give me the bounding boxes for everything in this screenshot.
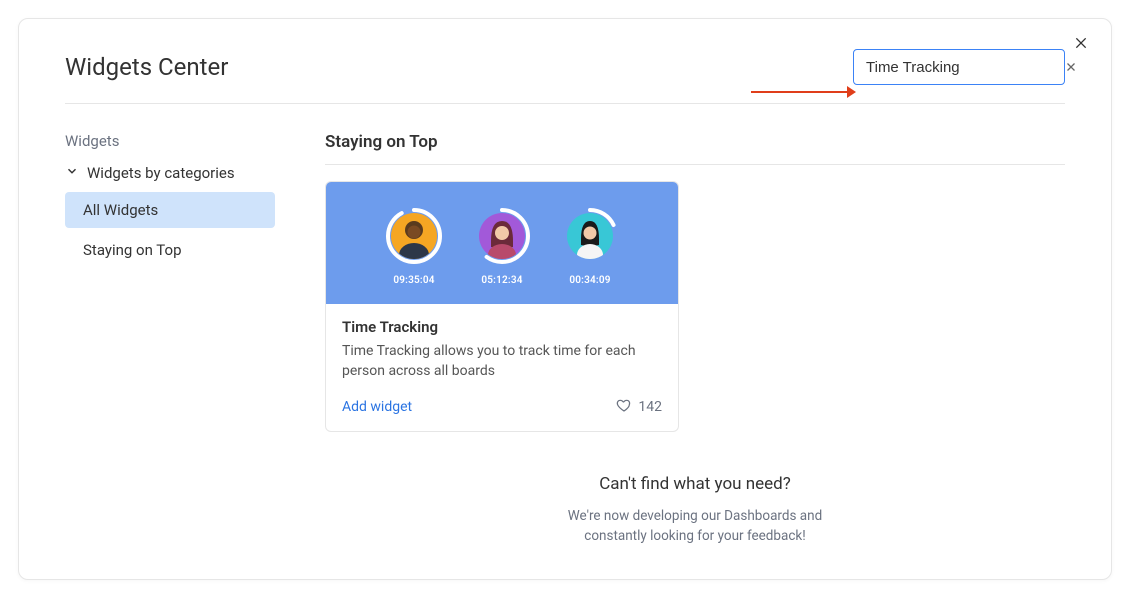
- sidebar: Widgets Widgets by categories All Widget…: [65, 132, 275, 547]
- time-label: 09:35:04: [393, 275, 434, 286]
- sidebar-expand-label: Widgets by categories: [87, 164, 235, 182]
- time-label: 00:34:09: [569, 275, 610, 286]
- heart-icon: [616, 397, 632, 417]
- cta-title: Can't find what you need?: [325, 474, 1065, 494]
- add-widget-button[interactable]: Add widget: [342, 399, 412, 415]
- close-button[interactable]: [1069, 33, 1093, 57]
- feedback-cta: Can't find what you need? We're now deve…: [325, 474, 1065, 547]
- x-icon: [1065, 58, 1077, 77]
- body: Widgets Widgets by categories All Widget…: [65, 132, 1065, 547]
- sidebar-item-staying-on-top[interactable]: Staying on Top: [65, 232, 275, 268]
- clear-search-button[interactable]: [1065, 58, 1077, 76]
- search-input[interactable]: [866, 59, 1065, 76]
- avatar-ring: [473, 207, 531, 265]
- sidebar-list: All Widgets Staying on Top: [65, 192, 275, 268]
- cta-subtext: We're now developing our Dashboards and …: [325, 506, 1065, 547]
- sidebar-expand-toggle[interactable]: Widgets by categories: [65, 164, 275, 182]
- widget-card-time-tracking[interactable]: 09:35:04 05:12:34: [325, 181, 679, 432]
- widget-title: Time Tracking: [342, 318, 662, 336]
- chevron-down-icon: [65, 164, 79, 182]
- time-label: 05:12:34: [481, 275, 522, 286]
- section-title: Staying on Top: [325, 132, 1065, 165]
- avatar-ring: [561, 207, 619, 265]
- main: Staying on Top 09:35:04: [325, 132, 1065, 547]
- preview-person: 05:12:34: [473, 207, 531, 286]
- page-title: Widgets Center: [65, 53, 228, 81]
- widget-info: Time Tracking Time Tracking allows you t…: [326, 304, 678, 391]
- widget-preview: 09:35:04 05:12:34: [326, 182, 678, 304]
- preview-person: 00:34:09: [561, 207, 619, 286]
- sidebar-item-label: All Widgets: [83, 201, 158, 219]
- header: Widgets Center: [65, 49, 1065, 104]
- likes-count: 142: [638, 399, 662, 415]
- widget-description: Time Tracking allows you to track time f…: [342, 342, 662, 381]
- likes[interactable]: 142: [616, 397, 662, 417]
- widgets-center-modal: Widgets Center Widgets Widgets by catego…: [18, 18, 1112, 580]
- avatar-icon: [391, 213, 437, 259]
- sidebar-item-all-widgets[interactable]: All Widgets: [65, 192, 275, 228]
- sidebar-heading: Widgets: [65, 132, 275, 150]
- avatar-icon: [479, 213, 525, 259]
- close-icon: [1073, 35, 1089, 55]
- widget-footer: Add widget 142: [326, 391, 678, 431]
- sidebar-item-label: Staying on Top: [83, 241, 182, 259]
- preview-person: 09:35:04: [385, 207, 443, 286]
- avatar-icon: [567, 213, 613, 259]
- search-input-wrap[interactable]: [853, 49, 1065, 85]
- avatar-ring: [385, 207, 443, 265]
